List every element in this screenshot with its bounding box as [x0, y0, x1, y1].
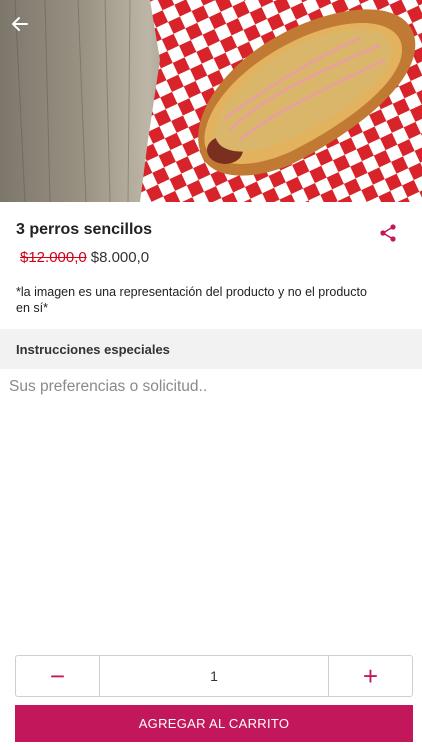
product-title: 3 perros sencillos — [16, 221, 153, 238]
special-instructions-header: Instrucciones especiales — [0, 329, 422, 369]
arrow-left-icon — [12, 17, 28, 31]
back-button[interactable] — [10, 14, 38, 42]
quantity-value[interactable]: 1 — [100, 656, 328, 696]
quantity-stepper: − 1 + — [15, 655, 413, 697]
decrement-button[interactable]: − — [16, 656, 100, 696]
share-button[interactable] — [376, 221, 400, 245]
special-instructions-input[interactable] — [0, 370, 422, 640]
share-icon — [380, 224, 396, 242]
current-price: $8.000,0 — [90, 249, 150, 266]
original-price: $12.000,0 — [20, 249, 87, 266]
price-row: $12.000,0 $8.000,0 — [20, 249, 149, 266]
increment-button[interactable]: + — [328, 656, 412, 696]
product-detail-screen: 3 perros sencillos $12.000,0 $8.000,0 *l… — [0, 0, 422, 750]
add-to-cart-button[interactable]: AGREGAR AL CARRITO — [15, 705, 413, 742]
image-disclaimer: *la imagen es una representación del pro… — [16, 285, 367, 315]
product-image — [0, 0, 422, 202]
